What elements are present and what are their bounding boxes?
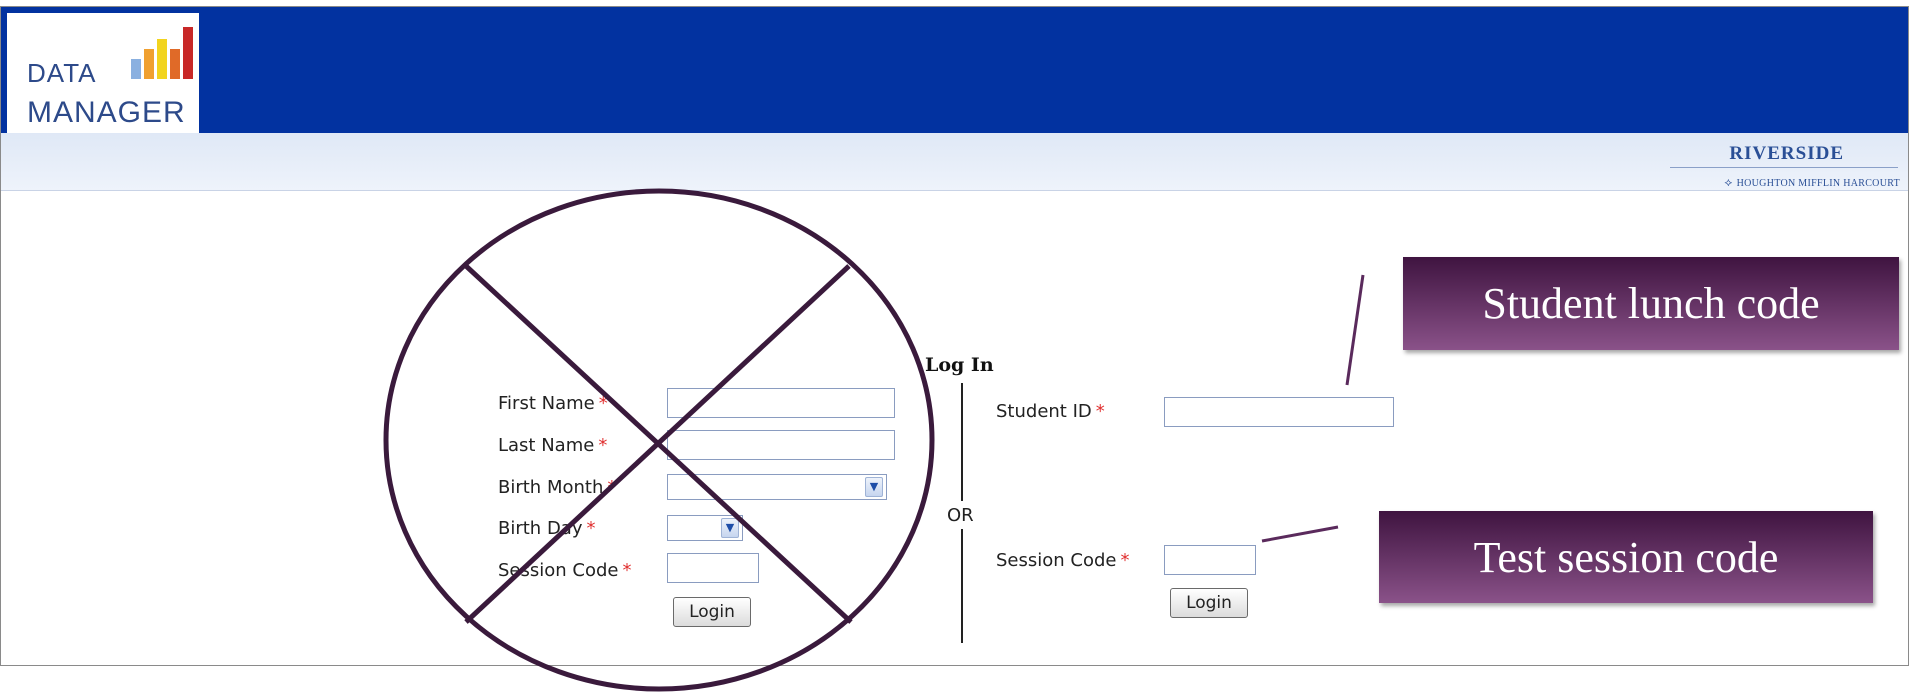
session-callout-pointer (1261, 525, 1339, 543)
test-session-code-callout: Test session code (1379, 511, 1873, 603)
student-callout-pointer (1345, 274, 1365, 386)
student-lunch-code-callout: Student lunch code (1403, 257, 1899, 350)
